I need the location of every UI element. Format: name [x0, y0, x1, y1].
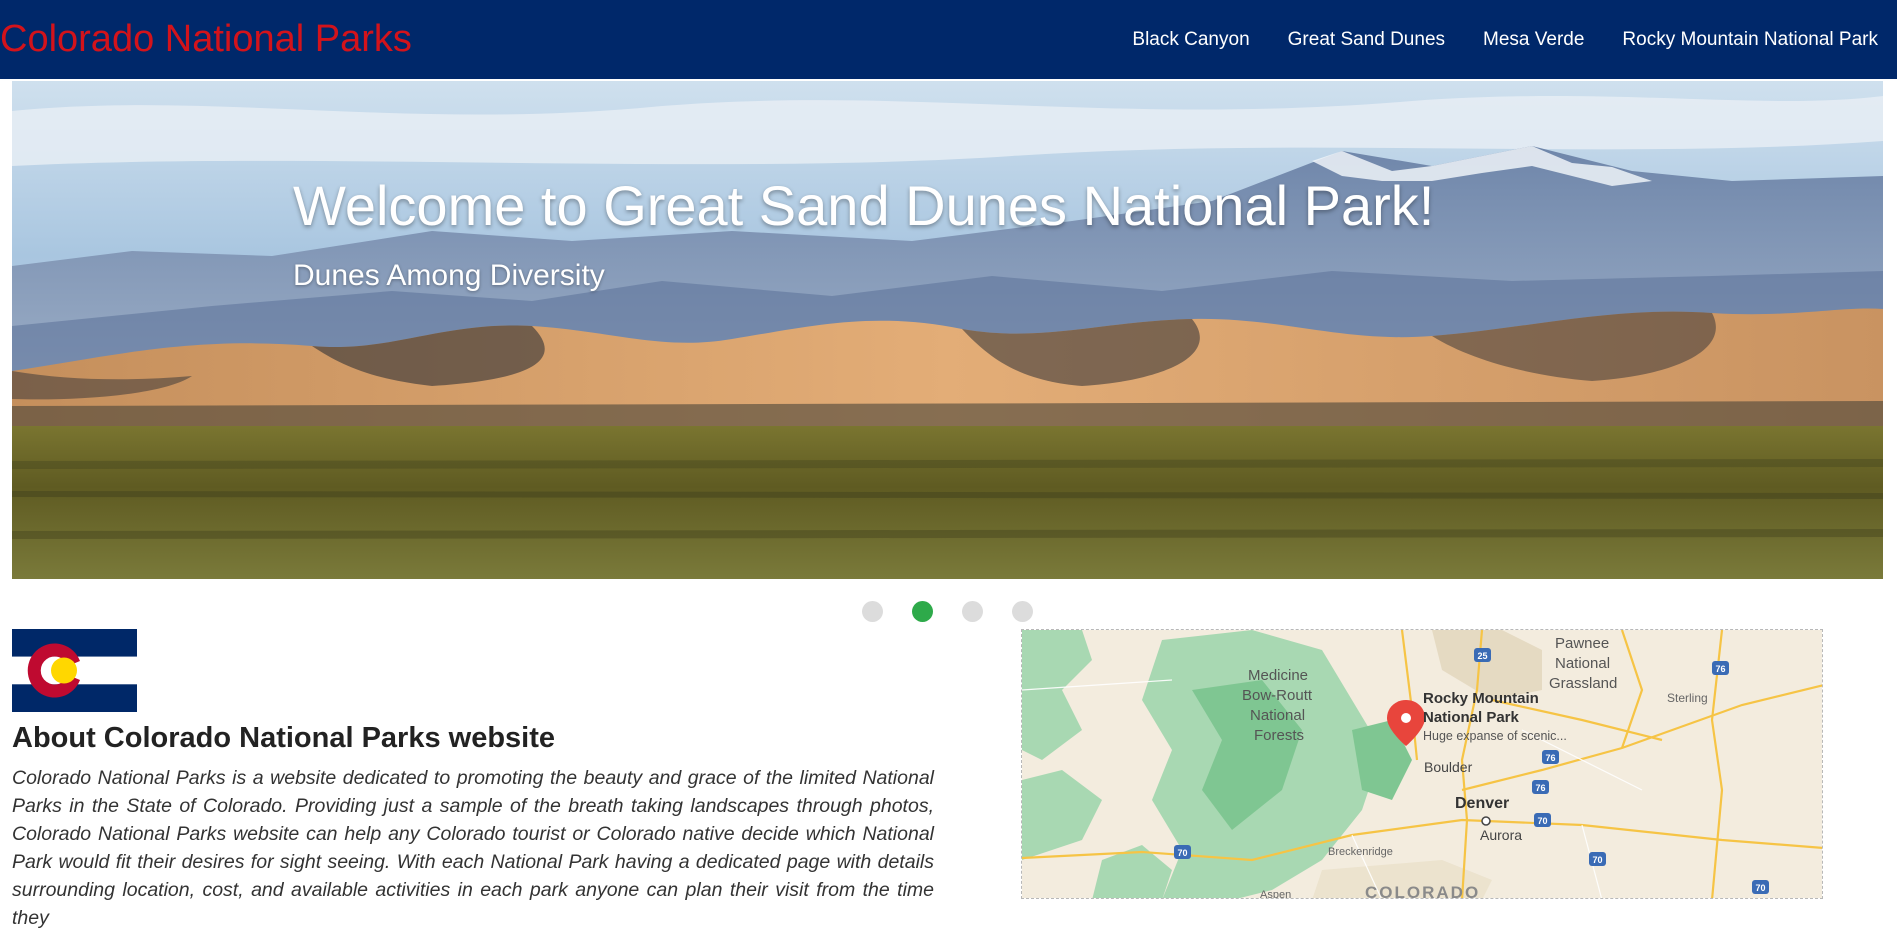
- map-label-rmnp-2: National Park: [1423, 709, 1520, 726]
- hero-title: Welcome to Great Sand Dunes National Par…: [293, 174, 1435, 237]
- about-heading: About Colorado National Parks website: [12, 722, 556, 754]
- map-shield-i76b: 76: [1545, 753, 1555, 763]
- map-label-denver: Denver: [1455, 795, 1509, 812]
- hero-carousel[interactable]: Welcome to Great Sand Dunes National Par…: [12, 81, 1883, 579]
- carousel-indicators: [862, 601, 1033, 622]
- hero-image: [12, 81, 1883, 579]
- map-shield-i76a: 76: [1715, 664, 1725, 674]
- colorado-flag-icon: [12, 629, 137, 712]
- map-label-rmnp-caption: Huge expanse of scenic...: [1423, 729, 1567, 743]
- nav-link-great-sand-dunes[interactable]: Great Sand Dunes: [1288, 29, 1445, 51]
- map-shield-i25: 25: [1477, 651, 1487, 661]
- hero-subtitle: Dunes Among Diversity: [293, 259, 605, 292]
- map-label-rmnp-1: Rocky Mountain: [1423, 690, 1539, 707]
- brand-link[interactable]: Colorado National Parks: [0, 14, 412, 64]
- map-label-medicine-bow-2: Bow-Routt: [1242, 687, 1313, 704]
- nav-link-black-canyon[interactable]: Black Canyon: [1132, 29, 1249, 51]
- map-label-sterling: Sterling: [1667, 691, 1708, 705]
- nav-links: Black Canyon Great Sand Dunes Mesa Verde…: [1132, 0, 1878, 79]
- map-label-breckenridge: Breckenridge: [1328, 846, 1393, 858]
- nav-link-mesa-verde[interactable]: Mesa Verde: [1483, 29, 1584, 51]
- map-label-boulder: Boulder: [1424, 759, 1473, 775]
- map-shield-i70a: 70: [1177, 848, 1187, 858]
- map-label-medicine-bow-4: Forests: [1254, 727, 1304, 744]
- map-label-pawnee-2: National: [1555, 655, 1610, 672]
- map-label-aspen: Aspen: [1260, 889, 1291, 899]
- map-label-aurora: Aurora: [1480, 827, 1522, 843]
- map-label-medicine-bow-1: Medicine: [1248, 667, 1308, 684]
- map-shield-i70c: 70: [1592, 855, 1602, 865]
- map-shield-i76c: 76: [1535, 783, 1545, 793]
- navbar: Colorado National Parks Black Canyon Gre…: [0, 0, 1897, 79]
- map-shield-i70d: 70: [1755, 883, 1765, 893]
- carousel-dot-4[interactable]: [1012, 601, 1033, 622]
- map-label-colorado: COLORADO: [1365, 883, 1480, 899]
- carousel-dot-3[interactable]: [962, 601, 983, 622]
- nav-link-rocky-mountain[interactable]: Rocky Mountain National Park: [1622, 29, 1878, 51]
- map-label-pawnee-1: Pawnee: [1555, 635, 1609, 652]
- map-label-pawnee-3: Grassland: [1549, 675, 1617, 692]
- carousel-dot-1[interactable]: [862, 601, 883, 622]
- map-label-medicine-bow-3: National: [1250, 707, 1305, 724]
- map-shield-i70b: 70: [1537, 816, 1547, 826]
- embedded-map[interactable]: Medicine Bow-Routt National Forests Pawn…: [1021, 629, 1823, 899]
- about-text: Colorado National Parks is a website ded…: [12, 767, 934, 929]
- carousel-dot-2[interactable]: [912, 601, 933, 622]
